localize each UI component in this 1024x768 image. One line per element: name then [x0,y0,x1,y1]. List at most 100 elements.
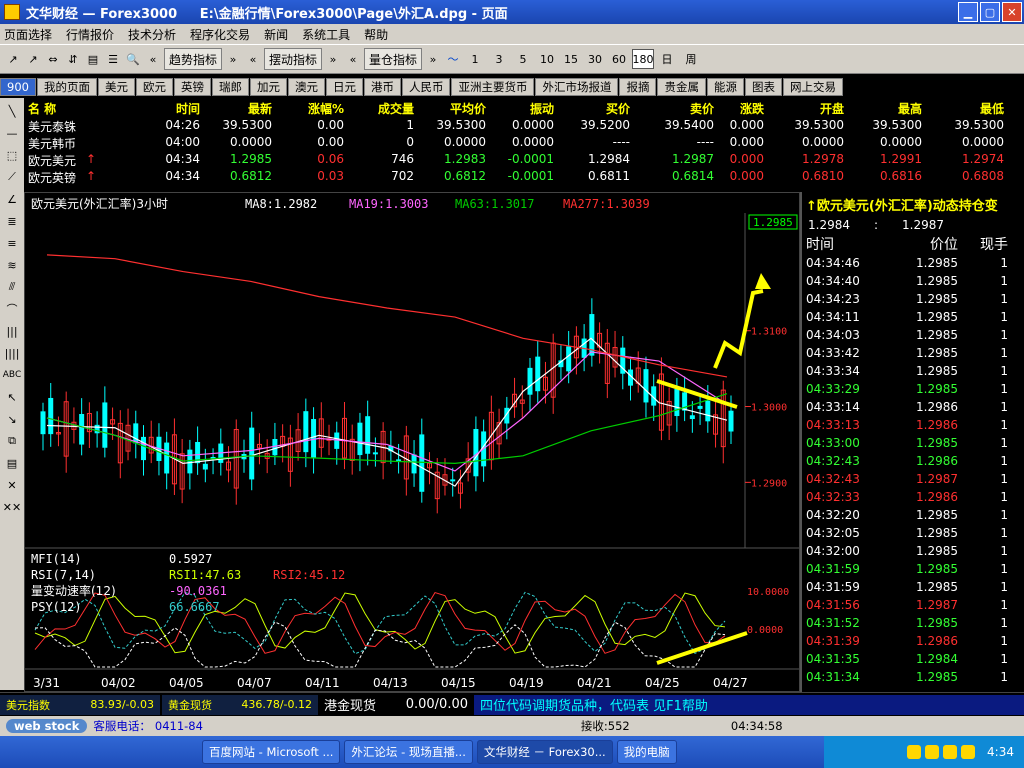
period-week[interactable]: 周 [680,49,702,69]
taskbar-item-mycomputer[interactable]: 我的电脑 [616,740,677,764]
tray-icon[interactable] [943,745,958,759]
usd-index-cell[interactable]: 美元指数 83.93/-0.03 [0,694,160,715]
period-3[interactable]: 3 [488,49,510,69]
hk-gold-cell[interactable]: 港金现货 0.00/0.00 [318,694,474,715]
quote-cell-low: 39.5300 [954,118,1004,132]
tab-8[interactable]: 日元 [325,78,363,96]
quote-row[interactable]: 美元韩币 04:00 0.0000 0.00 0 0.0000 0.0000 ---- ----… [24,135,1024,152]
period-180[interactable]: 180 [632,49,655,69]
price-chart[interactable]: 欧元美元(外汇汇率)3小时 MA8:1.2982 MA19:1.3003 MA6… [24,192,800,692]
bar-compress-icon[interactable]: ⇵ [64,49,82,69]
tab-0[interactable]: 900 [0,78,36,96]
taskbar-item-baidu[interactable]: 百度网站 - Microsoft ... [202,740,341,764]
tab-14[interactable]: 贵金属 [657,78,706,96]
tab-7[interactable]: 澳元 [287,78,325,96]
taskbar-item-forum[interactable]: 外汇论坛 - 现场直播... [344,740,473,764]
volume-icon[interactable] [961,745,976,759]
fib-tool-icon[interactable]: ≣ [7,212,16,230]
lines-tool-icon[interactable]: ≡ [7,234,16,252]
gold-cell[interactable]: 黄金现货 436.78/-0.12 [162,694,318,715]
cursor-icon[interactable]: ↗ [4,49,22,69]
ray-tool-icon[interactable]: ⟋ [8,168,16,186]
tick-volume: 1 [1000,346,1008,360]
channel-tool-icon[interactable]: ≋ [7,256,16,274]
tab-10[interactable]: 人民币 [401,78,451,96]
period-1[interactable]: 1 [464,49,486,69]
menu-help[interactable]: 帮助 [364,26,388,43]
period-60[interactable]: 60 [608,49,630,69]
minimize-button[interactable]: ▁ [958,2,978,22]
pointer-icon[interactable]: ↗ [24,49,42,69]
quote-row[interactable]: 美元泰铢 04:26 39.5300 0.00 1 39.5300 0.0000 39.520… [24,118,1024,135]
menu-quotes[interactable]: 行情报价 [66,26,114,43]
quote-cell-low: 0.0000 [962,135,1004,149]
toolbar: ↗ ↗ ⇔ ⇵ ▤ ☰ 🔍 « 趋势指标 » « 摆动指标 » « 量仓指标 »… [0,44,1024,74]
quote-row[interactable]: 欧元英镑 ↑ 04:34 0.6812 0.03 702 0.6812 -0.0001 0.68… [24,169,1024,186]
copy-tool-icon[interactable]: ⧉ [8,432,16,450]
period-5[interactable]: 5 [512,49,534,69]
close-button[interactable]: ✕ [1002,2,1022,22]
split-icon[interactable]: ☰ [104,49,122,69]
maximize-button[interactable]: ▢ [980,2,1000,22]
hk-gold-value: 0.00/0.00 [405,697,468,712]
tick-price: 1.2985 [916,580,958,594]
vlines-tool-icon[interactable]: ||| [6,322,17,340]
period-30[interactable]: 30 [584,49,606,69]
menu-page-select[interactable]: 页面选择 [4,26,52,43]
chevron-left-icon[interactable]: « [244,49,262,69]
tab-5[interactable]: 瑞郎 [211,78,249,96]
angle-tool-icon[interactable]: ∠ [7,190,17,208]
trend-indicator-button[interactable]: 趋势指标 [164,48,223,70]
menu-program-trading[interactable]: 程序化交易 [190,26,250,43]
tray-icon[interactable] [925,745,940,759]
tab-12[interactable]: 外汇市场报道 [535,78,619,96]
tab-6[interactable]: 加元 [249,78,287,96]
text-tool-icon[interactable]: ABC [3,366,21,384]
arc-tool-icon[interactable]: ⌒ [7,300,18,318]
tab-1[interactable]: 我的页面 [36,78,97,96]
quote-row[interactable]: 欧元美元 ↑ 04:34 1.2985 0.06 746 1.2983 -0.0001 1.29… [24,152,1024,169]
menu-system-tools[interactable]: 系统工具 [302,26,350,43]
tab-3[interactable]: 欧元 [135,78,173,96]
menu-tech-analysis[interactable]: 技术分析 [128,26,176,43]
period-15[interactable]: 15 [560,49,582,69]
zoom-icon[interactable]: 🔍 [124,49,142,69]
select-tool-icon[interactable]: ↖ [7,388,16,406]
tick-price: 1.2987 [916,598,958,612]
tab-16[interactable]: 图表 [744,78,782,96]
chevron-left-icon[interactable]: « [344,49,362,69]
bar-shift-icon[interactable]: ⇔ [44,49,62,69]
period-10[interactable]: 10 [536,49,558,69]
line-chart-icon[interactable]: 〜 [444,49,462,69]
taskbar-item-wenhua[interactable]: 文华财经 － Forex30... [476,740,613,764]
tab-2[interactable]: 美元 [97,78,135,96]
chevron-left-icon[interactable]: « [144,49,162,69]
chart-icon[interactable]: ▤ [84,49,102,69]
delete-tool-icon[interactable]: ✕ [7,476,16,494]
quote-cell-diff: 0.000 [729,152,764,166]
delete-all-tool-icon[interactable]: ✕✕ [3,498,21,516]
tab-11[interactable]: 亚洲主要货币 [451,78,535,96]
tray-icon[interactable] [907,745,922,759]
quote-cell-time: 04:34 [165,169,200,183]
tab-4[interactable]: 英镑 [173,78,211,96]
move-tool-icon[interactable]: ↘ [7,410,16,428]
list-tool-icon[interactable]: ▤ [7,454,17,472]
quote-cell-ask: 39.5400 [664,118,714,132]
volume-indicator-button[interactable]: 量仓指标 [364,48,423,70]
line-tool-icon[interactable]: ╲ [9,102,16,120]
tab-17[interactable]: 网上交易 [782,78,843,96]
tab-13[interactable]: 报摘 [619,78,657,96]
hline-tool-icon[interactable]: — [7,124,18,142]
chevron-right-icon[interactable]: » [424,49,442,69]
swing-indicator-button[interactable]: 摆动指标 [264,48,323,70]
gann-tool-icon[interactable]: ⫻ [9,278,16,296]
chevron-right-icon[interactable]: » [324,49,342,69]
chevron-right-icon[interactable]: » [224,49,242,69]
period-day[interactable]: 日 [656,49,678,69]
tab-15[interactable]: 能源 [706,78,744,96]
menu-news[interactable]: 新闻 [264,26,288,43]
cycle-tool-icon[interactable]: |||| [5,344,20,362]
tab-9[interactable]: 港币 [363,78,401,96]
rect-tool-icon[interactable]: ⬚ [7,146,17,164]
